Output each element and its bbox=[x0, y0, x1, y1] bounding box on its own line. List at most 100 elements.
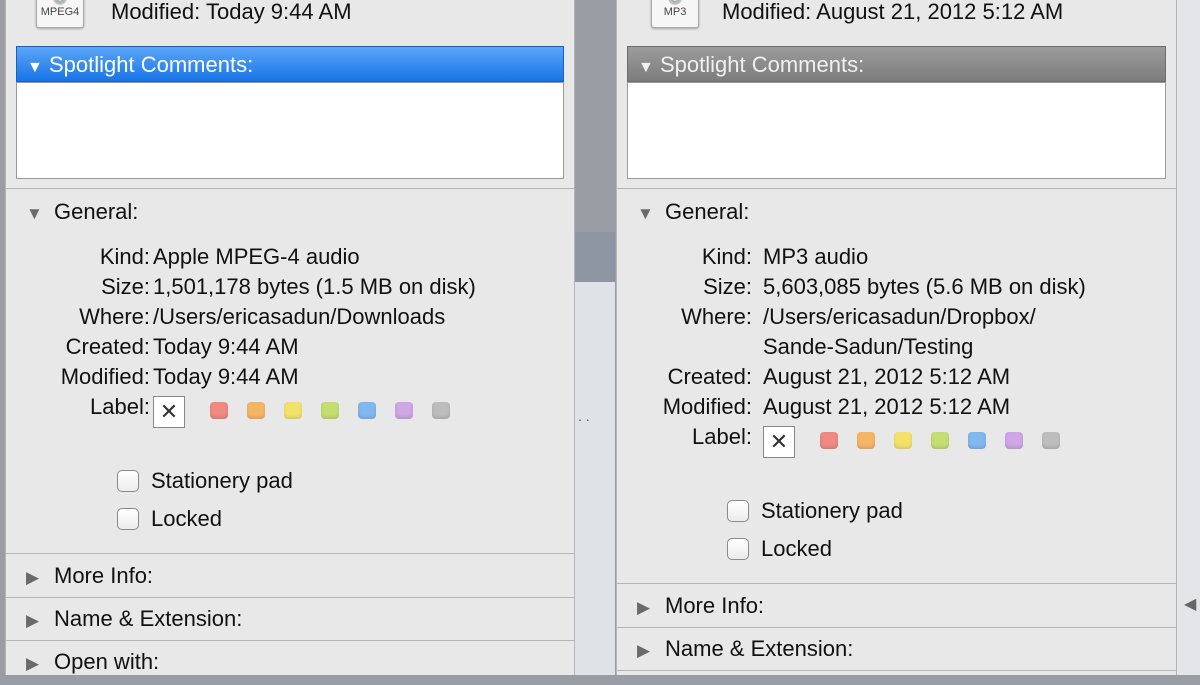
size-value: 1,501,178 bytes (1.5 MB on disk) bbox=[153, 274, 476, 299]
label-swatch-red[interactable] bbox=[820, 432, 838, 449]
modified-summary: Modified: August 21, 2012 5:12 AM bbox=[722, 0, 1064, 24]
disclosure-down-icon: ▼ bbox=[27, 59, 43, 76]
section-title: General: bbox=[54, 199, 139, 224]
disclosure-right-icon: ▶ bbox=[26, 611, 40, 630]
where-label: Where: bbox=[79, 304, 150, 329]
preview-header: MP3 Modified: August 21, 2012 5:12 AM bbox=[617, 0, 1176, 40]
checkbox-box[interactable] bbox=[117, 470, 139, 492]
where-value-line1: /Users/ericasadun/Dropbox/ bbox=[763, 304, 1036, 329]
label-swatch-blue[interactable] bbox=[358, 402, 376, 419]
where-label: Where: bbox=[681, 304, 752, 329]
label-swatch-green[interactable] bbox=[321, 402, 339, 419]
kind-value: MP3 audio bbox=[763, 244, 869, 269]
disclosure-right-icon: ▶ bbox=[26, 568, 40, 587]
created-value: August 21, 2012 5:12 AM bbox=[763, 364, 1011, 389]
modified-value: Today 9:44 AM bbox=[153, 364, 299, 389]
divider bbox=[617, 670, 1176, 671]
locked-checkbox[interactable]: Locked bbox=[727, 536, 832, 562]
label-swatch-orange[interactable] bbox=[857, 432, 875, 449]
modified-summary: Modified: Today 9:44 AM bbox=[111, 0, 352, 24]
modified-row: Modified: Today 9:44 AM bbox=[6, 362, 574, 392]
checkbox-box[interactable] bbox=[727, 538, 749, 560]
background-window bbox=[575, 282, 615, 675]
stationery-pad-checkbox[interactable]: Stationery pad bbox=[727, 498, 903, 524]
spotlight-comments-field[interactable] bbox=[627, 82, 1166, 179]
label-swatch-green[interactable] bbox=[931, 432, 949, 449]
no-label-swatch[interactable]: ✕ bbox=[153, 396, 185, 428]
modified-value: August 21, 2012 5:12 AM bbox=[763, 394, 1011, 419]
label-swatch-orange[interactable] bbox=[247, 402, 265, 419]
section-title: More Info: bbox=[54, 563, 154, 588]
disclosure-right-icon: ▶ bbox=[637, 598, 651, 617]
background-arrow-icon: ◀ bbox=[1184, 596, 1197, 613]
kind-value: Apple MPEG-4 audio bbox=[153, 244, 360, 269]
label-swatch-red[interactable] bbox=[210, 402, 228, 419]
preview-header: MPEG4 Modified: Today 9:44 AM bbox=[6, 0, 574, 40]
kind-label: Kind: bbox=[701, 244, 752, 269]
checkbox-label: Stationery pad bbox=[761, 498, 903, 523]
name-extension-header[interactable]: ▶ Name & Extension: bbox=[617, 628, 1176, 670]
no-label-swatch[interactable]: ✕ bbox=[763, 426, 795, 458]
label-label: Label: bbox=[90, 394, 150, 419]
where-value: /Users/ericasadun/Downloads bbox=[153, 304, 446, 329]
disclosure-down-icon: ▼ bbox=[637, 204, 654, 223]
where-value-line2: Sande-Sadun/Testing bbox=[763, 334, 974, 359]
open-with-header[interactable]: ▶ Open with: bbox=[6, 641, 574, 683]
created-label: Created: bbox=[65, 334, 150, 359]
name-extension-header[interactable]: ▶ Name & Extension: bbox=[6, 598, 574, 640]
size-value: 5,603,085 bytes (5.6 MB on disk) bbox=[763, 274, 1086, 299]
where-row: Where: /Users/ericasadun/Downloads bbox=[6, 302, 574, 332]
kind-label: Kind: bbox=[99, 244, 150, 269]
disclosure-down-icon: ▼ bbox=[26, 204, 43, 223]
label-swatch-blue[interactable] bbox=[968, 432, 986, 449]
checkbox-box[interactable] bbox=[727, 500, 749, 522]
modified-label: Modified: bbox=[60, 364, 150, 389]
label-swatch-yellow[interactable] bbox=[284, 402, 302, 419]
info-panel-right: MP3 Modified: August 21, 2012 5:12 AM ▼ S… bbox=[616, 0, 1177, 675]
disclosure-right-icon: ▶ bbox=[26, 654, 40, 673]
checkbox-label: Stationery pad bbox=[151, 468, 293, 493]
spotlight-comments-header[interactable]: ▼ Spotlight Comments: bbox=[16, 46, 564, 82]
label-label: Label: bbox=[692, 424, 752, 449]
divider bbox=[617, 188, 1176, 189]
disclosure-right-icon: ▶ bbox=[637, 641, 651, 660]
section-title: Spotlight Comments: bbox=[660, 52, 865, 77]
background-window-strip bbox=[575, 232, 615, 282]
general-section-header[interactable]: ▼ General: bbox=[637, 199, 749, 227]
checkbox-box[interactable] bbox=[117, 508, 139, 530]
size-row: Size: 5,603,085 bytes (5.6 MB on disk) bbox=[617, 272, 1176, 302]
mpeg4-file-icon: MPEG4 bbox=[36, 0, 84, 28]
more-info-header[interactable]: ▶ More Info: bbox=[617, 585, 1176, 627]
label-swatch-purple[interactable] bbox=[395, 402, 413, 419]
background-dots: . . bbox=[578, 408, 590, 424]
label-swatch-yellow[interactable] bbox=[894, 432, 912, 449]
label-swatch-purple[interactable] bbox=[1005, 432, 1023, 449]
section-title: Spotlight Comments: bbox=[49, 52, 254, 77]
spotlight-comments-field[interactable] bbox=[16, 82, 564, 179]
more-info-header[interactable]: ▶ More Info: bbox=[6, 555, 574, 597]
kind-row: Kind: Apple MPEG-4 audio bbox=[6, 242, 574, 272]
created-label: Created: bbox=[667, 364, 752, 389]
created-value: Today 9:44 AM bbox=[153, 334, 299, 359]
stationery-pad-checkbox[interactable]: Stationery pad bbox=[117, 468, 293, 494]
general-section-header[interactable]: ▼ General: bbox=[26, 199, 138, 227]
label-swatch-gray[interactable] bbox=[432, 402, 450, 419]
divider bbox=[6, 553, 574, 554]
created-row: Created: August 21, 2012 5:12 AM bbox=[617, 362, 1176, 392]
spotlight-comments-header[interactable]: ▼ Spotlight Comments: bbox=[627, 46, 1166, 82]
section-title: General: bbox=[665, 199, 750, 224]
label-swatch-gray[interactable] bbox=[1042, 432, 1060, 449]
disclosure-down-icon: ▼ bbox=[638, 59, 654, 76]
size-label: Size: bbox=[101, 274, 150, 299]
divider bbox=[6, 188, 574, 189]
checkbox-label: Locked bbox=[151, 506, 222, 531]
info-panel-left: MPEG4 Modified: Today 9:44 AM ▼ Spotlight… bbox=[5, 0, 575, 675]
kind-row: Kind: MP3 audio bbox=[617, 242, 1176, 272]
mp3-file-icon: MP3 bbox=[651, 0, 699, 28]
size-label: Size: bbox=[703, 274, 752, 299]
where-row-continued: Sande-Sadun/Testing bbox=[617, 332, 1176, 362]
modified-label: Modified: bbox=[662, 394, 752, 419]
locked-checkbox[interactable]: Locked bbox=[117, 506, 222, 532]
divider bbox=[617, 583, 1176, 584]
section-title: More Info: bbox=[665, 593, 765, 618]
